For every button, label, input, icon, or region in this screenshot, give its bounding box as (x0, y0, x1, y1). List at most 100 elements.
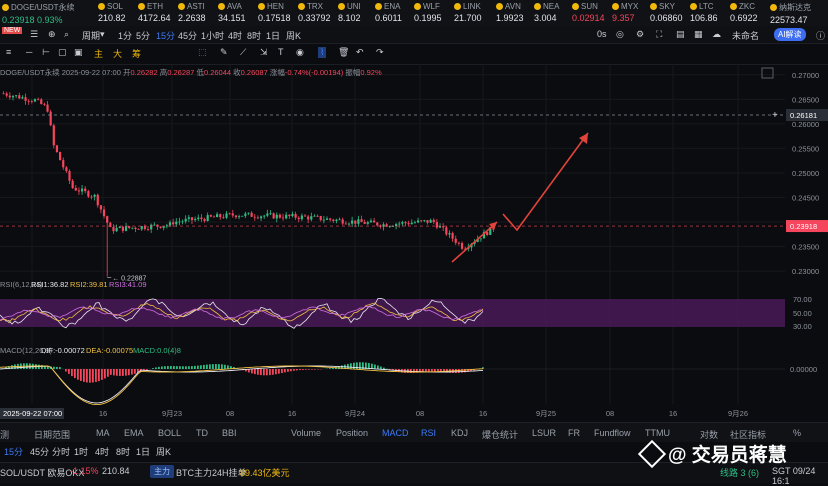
bottom-interval-2[interactable]: 分时 (52, 445, 70, 458)
fullscreen-icon[interactable]: ⛶ (656, 29, 662, 40)
main-indicator-toggle[interactable]: 主 (94, 47, 103, 60)
interval-7[interactable]: 1日 (266, 29, 280, 42)
ticker-item[interactable]: SUN 0.02914 (572, 2, 605, 23)
sub-indicator-3[interactable]: RSI (421, 428, 436, 438)
ticker-item[interactable]: 纳斯达克 22573.47 (770, 2, 811, 25)
fill-icon[interactable]: ▣ (74, 47, 83, 58)
ticker-item[interactable]: SOL 210.82 (98, 2, 126, 23)
ticker-item[interactable]: AVN 1.9923 (496, 2, 524, 23)
layout-name[interactable]: 未命名 (732, 29, 759, 42)
bottom-interval-4[interactable]: 4时 (95, 445, 109, 458)
pencil-icon[interactable]: ✎ (220, 47, 228, 58)
status-price: 210.84 (102, 466, 130, 476)
ticker-item[interactable]: HEN 0.17518 (258, 2, 291, 23)
measure-icon[interactable]: ⇲ (260, 47, 268, 58)
sub-indicator-7[interactable]: FR (568, 428, 580, 438)
date-range-tab[interactable]: 日期范围 (34, 428, 70, 441)
sub-indicator-2[interactable]: MACD (382, 428, 409, 438)
sub-indicator-6[interactable]: LSUR (532, 428, 556, 438)
interval-4[interactable]: 1小时 (201, 29, 224, 42)
eye-icon[interactable]: ◉ (296, 47, 304, 58)
ticker-item[interactable]: NEA 3.004 (534, 2, 559, 23)
sub-indicator-8[interactable]: Fundflow (594, 428, 631, 438)
watermark-text: @ 交易员蒋慧 (668, 440, 787, 467)
expand-icon[interactable]: ⊢ (42, 47, 50, 58)
right-option-2[interactable]: % (793, 428, 801, 438)
bottom-interval-5[interactable]: 8时 (116, 445, 130, 458)
more-icon[interactable]: ☰ (30, 29, 38, 40)
ticker-item[interactable]: ASTI 2.2638 (178, 2, 206, 23)
ticker-price: 210.82 (98, 13, 126, 23)
macd-bar (191, 366, 193, 369)
interval-3[interactable]: 45分 (178, 29, 197, 42)
camera-icon[interactable]: ◎ (616, 29, 624, 40)
interval-0[interactable]: 1分 (118, 29, 132, 42)
search-icon[interactable]: ⌕ (64, 29, 69, 40)
interval-2[interactable]: 15分 (156, 29, 175, 42)
interval-1[interactable]: 5分 (136, 29, 150, 42)
main-indicator-td[interactable]: TD (196, 428, 208, 438)
sub-indicator-9[interactable]: TTMU (645, 428, 670, 438)
ticker-item[interactable]: WLF 0.1995 (414, 2, 442, 23)
redo-icon[interactable]: ↷ (376, 47, 384, 58)
magnet-icon[interactable]: ⌇ (318, 47, 326, 58)
period-label[interactable]: 周期 (82, 29, 100, 42)
bottom-interval-0[interactable]: 15分 (4, 445, 23, 458)
bottom-interval-1[interactable]: 45分 (30, 445, 49, 458)
chip-toggle[interactable]: 筹 (132, 47, 141, 60)
trendline-icon[interactable]: ⟋ (240, 47, 246, 58)
bottom-interval-6[interactable]: 1日 (136, 445, 150, 458)
macd-bar (308, 369, 310, 370)
left-tab-0[interactable]: 测 (0, 428, 9, 441)
large-order-toggle[interactable]: 大 (113, 47, 122, 60)
box-icon[interactable]: ▢ (58, 47, 67, 58)
ai-analysis-button[interactable]: AI解读 (774, 28, 806, 41)
ticker-item[interactable]: LINK 21.700 (454, 2, 482, 23)
main-indicator-ma[interactable]: MA (96, 428, 110, 438)
candle-body (439, 226, 441, 227)
candle-body (301, 216, 303, 220)
ticker-item[interactable]: LTC 106.86 (690, 2, 718, 23)
sub-indicator-1[interactable]: Position (336, 428, 368, 438)
grid-icon[interactable]: ▦ (694, 29, 703, 40)
settings-icon[interactable]: ⚙ (636, 29, 644, 40)
ticker-item[interactable]: ENA 0.6011 (375, 2, 402, 23)
ticker-price: 0.17518 (258, 13, 291, 23)
ticker-item[interactable]: AVA 34.151 (218, 2, 246, 23)
refresh-interval[interactable]: 0s (597, 29, 607, 39)
ticker-item[interactable]: ZKC 0.6922 (730, 2, 758, 23)
ticker-item[interactable]: TRX 0.33792 (298, 2, 331, 23)
layout-icon[interactable]: ▤ (676, 29, 685, 40)
undo-icon[interactable]: ↶ (356, 47, 364, 58)
trash-icon[interactable]: 🗑 (338, 47, 349, 58)
ticker-item[interactable]: SKY 0.06860 (650, 2, 683, 23)
cloud-icon[interactable]: ☁ (712, 29, 721, 40)
horizontal-line-icon[interactable]: ─ (26, 47, 32, 57)
main-indicator-boll[interactable]: BOLL (158, 428, 181, 438)
sub-indicator-0[interactable]: Volume (291, 428, 321, 438)
menu-icon[interactable]: ≡ (6, 47, 11, 57)
select-tool-icon[interactable]: ⬚ (198, 47, 207, 58)
ticker-item[interactable]: UNI 8.102 (338, 2, 361, 23)
text-icon[interactable]: T (278, 47, 284, 57)
ticker-item[interactable]: MYX 9.357 (612, 2, 638, 23)
candle-body (282, 218, 284, 219)
coin-icon (770, 4, 777, 11)
main-indicator-bbi[interactable]: BBI (222, 428, 237, 438)
info-icon[interactable]: ⓘ (816, 29, 825, 42)
ticker-item[interactable]: DOGE/USDT永续 0.23918 0.93% (2, 2, 75, 25)
interval-6[interactable]: 8时 (247, 29, 261, 42)
candle-body (430, 220, 432, 223)
candle-body (175, 222, 177, 225)
interval-8[interactable]: 周K (286, 29, 301, 42)
compare-icon[interactable]: ⊕ (48, 29, 56, 40)
sub-indicator-4[interactable]: KDJ (451, 428, 468, 438)
candle-body (28, 101, 30, 102)
bottom-interval-3[interactable]: 1时 (74, 445, 88, 458)
sub-indicator-5[interactable]: 爆仓统计 (482, 428, 518, 441)
main-indicator-ema[interactable]: EMA (124, 428, 144, 438)
price-chart[interactable]: ← 0.22887 0.270000.265000.260000.255000.… (0, 64, 828, 420)
bottom-interval-7[interactable]: 周K (156, 445, 171, 458)
interval-5[interactable]: 4时 (228, 29, 242, 42)
ticker-item[interactable]: ETH 4172.64 (138, 2, 171, 23)
